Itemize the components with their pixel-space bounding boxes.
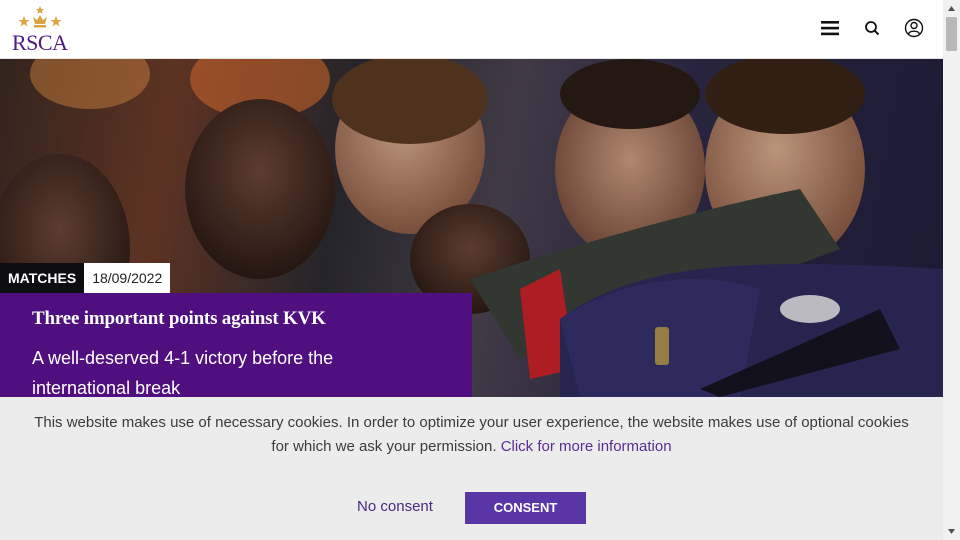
rsca-logo[interactable]: RSCA xyxy=(10,4,70,54)
scroll-down-icon[interactable] xyxy=(947,527,956,536)
crown-stars-icon xyxy=(18,6,62,28)
site-header: RSCA xyxy=(0,0,943,59)
search-icon[interactable] xyxy=(858,14,886,42)
no-consent-button[interactable]: No consent xyxy=(346,492,444,522)
article-subtitle: A well-deserved 4-1 victory before the i… xyxy=(32,348,334,397)
menu-icon[interactable] xyxy=(816,14,844,42)
cookie-message-block: This website makes use of necessary cook… xyxy=(30,411,913,459)
user-icon[interactable] xyxy=(900,14,928,42)
article-title[interactable]: Three important points against KVK xyxy=(32,308,326,330)
scroll-up-icon[interactable] xyxy=(947,4,956,13)
more-info-link[interactable]: Click for more information xyxy=(501,438,672,455)
article-card[interactable]: Three important points against KVK A wel… xyxy=(0,293,472,397)
cookie-banner: This website makes use of necessary cook… xyxy=(0,397,943,540)
hero-banner[interactable]: MATCHES 18/09/2022 Three important point… xyxy=(0,59,943,397)
cookie-message: This website makes use of necessary cook… xyxy=(34,414,909,455)
scroll-thumb[interactable] xyxy=(946,17,957,51)
consent-button[interactable]: CONSENT xyxy=(465,492,586,524)
article-date: 18/09/2022 xyxy=(84,263,171,293)
category-badge[interactable]: MATCHES xyxy=(0,263,85,293)
page-scrollbar[interactable] xyxy=(943,0,960,540)
article-tags: MATCHES 18/09/2022 xyxy=(0,263,171,293)
logo-text: RSCA xyxy=(12,30,68,55)
